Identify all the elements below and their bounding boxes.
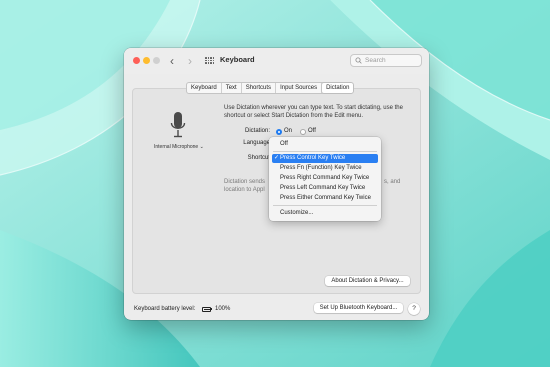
menu-item-control-key-twice[interactable]: ✓ Press Control Key Twice	[272, 154, 378, 163]
close-window-button[interactable]	[133, 57, 140, 64]
dictation-on-label: On	[284, 128, 293, 134]
microphone-source-dropdown[interactable]: Internal Microphone ⌄	[154, 144, 204, 150]
minimize-window-button[interactable]	[143, 57, 150, 64]
help-button[interactable]: ?	[408, 303, 420, 315]
show-all-grid-icon[interactable]	[205, 57, 214, 64]
shortcut-label: Shortcut	[247, 155, 270, 161]
language-label: Language	[243, 140, 270, 146]
tab-text[interactable]: Text	[222, 83, 242, 93]
tab-keyboard[interactable]: Keyboard	[187, 83, 222, 93]
search-icon	[355, 57, 362, 64]
window-title: Keyboard	[220, 55, 255, 64]
zoom-window-button[interactable]	[153, 57, 160, 64]
setup-bluetooth-keyboard-button[interactable]: Set Up Bluetooth Keyboard...	[314, 303, 403, 313]
shortcut-dropdown-menu: Off ✓ Press Control Key Twice Press Fn (…	[269, 137, 381, 221]
battery-icon	[202, 307, 211, 312]
menu-item-off[interactable]: Off	[272, 140, 378, 149]
privacy-info-line2: location to Appl	[224, 187, 265, 193]
search-field[interactable]: Search	[350, 54, 422, 67]
tab-shortcuts[interactable]: Shortcuts	[242, 83, 277, 93]
menu-item-customize[interactable]: Customize...	[272, 209, 378, 218]
battery-cap	[211, 308, 213, 311]
menu-item-left-command-twice[interactable]: Press Left Command Key Twice	[272, 184, 378, 193]
dictation-off-radio[interactable]	[300, 129, 306, 135]
menu-item-right-command-twice[interactable]: Press Right Command Key Twice	[272, 174, 378, 183]
microphone-icon	[170, 112, 186, 138]
privacy-info-line1-tail: s, and	[384, 179, 401, 185]
menu-item-either-command-twice[interactable]: Press Either Command Key Twice	[272, 194, 378, 203]
dictation-label: Dictation:	[244, 128, 270, 134]
dictation-description: Use Dictation wherever you can type text…	[224, 105, 403, 119]
dictation-on-radio[interactable]	[276, 129, 282, 135]
forward-arrow-icon[interactable]: ›	[188, 53, 192, 69]
tab-bar: Keyboard Text Shortcuts Input Sources Di…	[186, 82, 355, 94]
checkmark-icon: ✓	[274, 155, 280, 161]
dictation-off-label: Off	[308, 128, 316, 134]
menu-separator	[273, 205, 377, 206]
about-dictation-privacy-button[interactable]: About Dictation & Privacy...	[325, 276, 410, 286]
privacy-info-line1: Dictation sends	[224, 179, 266, 185]
title-bar: ‹ › Keyboard Search	[124, 48, 429, 74]
back-arrow-icon[interactable]: ‹	[170, 53, 174, 69]
tab-input-sources[interactable]: Input Sources	[276, 83, 323, 93]
system-preferences-window: ‹ › Keyboard Search Keyboard Text Shortc…	[124, 48, 429, 320]
keyboard-battery-label: Keyboard battery level:	[134, 306, 196, 312]
battery-percent: 100%	[215, 306, 231, 312]
menu-item-label: Press Control Key Twice	[280, 155, 346, 161]
tab-dictation[interactable]: Dictation	[322, 83, 354, 93]
search-placeholder: Search	[365, 57, 386, 64]
menu-separator	[273, 151, 377, 152]
menu-item-fn-key-twice[interactable]: Press Fn (Function) Key Twice	[272, 164, 378, 173]
